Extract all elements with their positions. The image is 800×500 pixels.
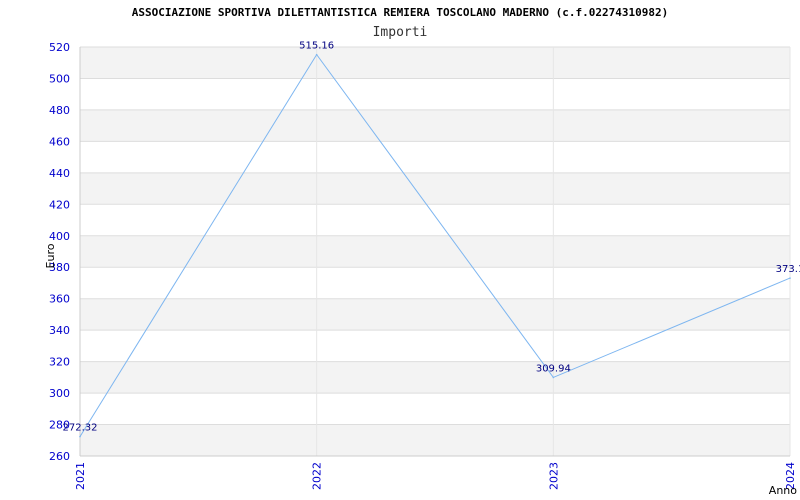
y-tick-label: 360 (49, 293, 70, 306)
data-label: 373.1 (776, 264, 800, 275)
y-tick-label: 480 (49, 104, 70, 117)
data-point (315, 53, 318, 56)
data-point (552, 376, 555, 379)
x-tick-label: 2023 (547, 462, 560, 490)
grid-band (80, 47, 790, 79)
grid-band (80, 172, 790, 205)
y-tick-label: 420 (49, 198, 70, 211)
y-axis-label: Euro (44, 243, 57, 268)
data-point (79, 435, 81, 438)
y-tick-label: 400 (49, 230, 70, 243)
grid-band (80, 109, 790, 142)
x-axis-label: Anno (769, 484, 797, 497)
y-tick-label: 320 (49, 356, 70, 369)
x-tick-label: 2022 (311, 462, 324, 490)
y-tick-label: 500 (49, 72, 70, 85)
data-label: 272.32 (63, 423, 98, 434)
grid-band (80, 361, 790, 394)
y-tick-label: 260 (49, 450, 70, 463)
x-tick-label: 2021 (74, 462, 87, 490)
grid-band (80, 424, 790, 456)
grid-band (80, 298, 790, 331)
y-tick-label: 340 (49, 324, 70, 337)
y-tick-label: 440 (49, 167, 70, 180)
line-chart: 2602803003203403603804004204404604805005… (44, 41, 800, 497)
data-label: 515.16 (299, 41, 334, 52)
data-point (789, 277, 791, 279)
data-label: 309.94 (536, 363, 571, 374)
x-tick-labels: 2021 2022 2023 2024 (74, 462, 797, 490)
grid-band (80, 235, 790, 268)
y-tick-label: 460 (49, 135, 70, 148)
y-tick-label: 520 (49, 41, 70, 54)
grid-bands (80, 47, 790, 456)
y-tick-label: 300 (49, 387, 70, 400)
